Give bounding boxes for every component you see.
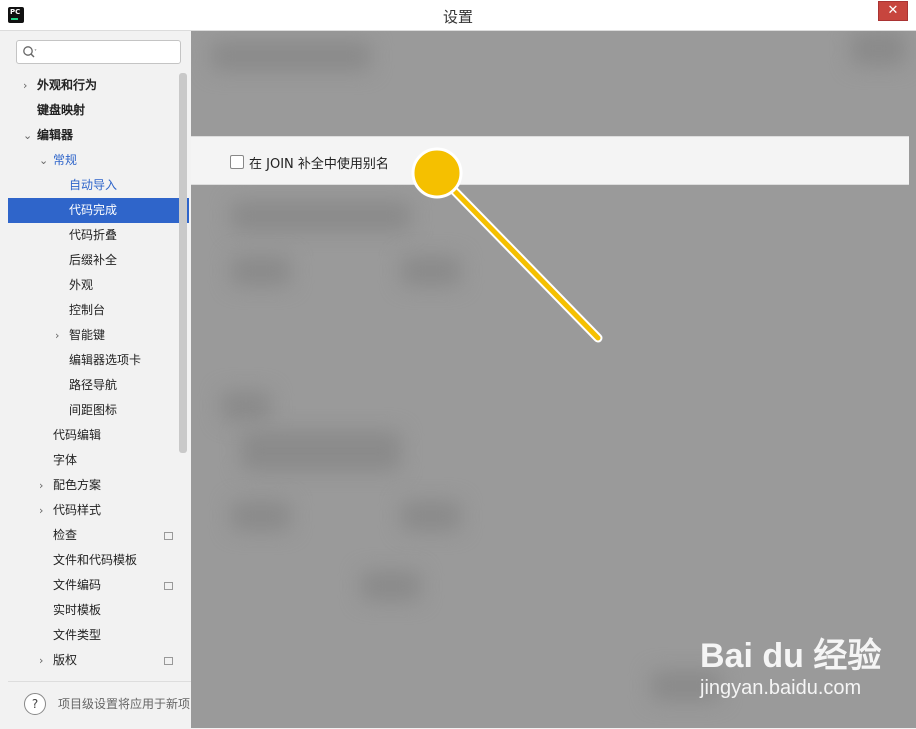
sidebar-item-label: 代码折叠 bbox=[69, 228, 118, 242]
join-alias-label: 在 JOIN 补全中使用别名 bbox=[249, 157, 389, 172]
settings-search-input[interactable] bbox=[16, 40, 181, 64]
chevron-down-icon[interactable]: ⌄ bbox=[23, 123, 32, 148]
sidebar-item-label: 配色方案 bbox=[53, 478, 102, 492]
sidebar-item-label: 路径导航 bbox=[69, 378, 118, 392]
sidebar-item[interactable]: › 配色方案 bbox=[8, 473, 189, 498]
watermark: Bai du 经验 jingyan.baidu.com bbox=[700, 628, 881, 700]
settings-sidebar: › 外观和行为键盘映射 ⌄ 编辑器 ⌄ 常规自动导入代码完成代码折叠后缀补全外观控制台 › 智… bbox=[8, 31, 189, 681]
watermark-brand: Bai du 经验 bbox=[700, 637, 882, 675]
sidebar-item[interactable]: ⌄ 常规 bbox=[8, 148, 189, 173]
sidebar-item[interactable]: 路径导航 bbox=[8, 373, 189, 398]
sidebar-item[interactable]: 外观 bbox=[8, 273, 189, 298]
sidebar-item-label: 自动导入 bbox=[69, 178, 118, 192]
sidebar-item[interactable]: › 版权 bbox=[8, 648, 189, 673]
sidebar-item-label: 常规 bbox=[53, 153, 78, 167]
sidebar-item[interactable]: › 外观和行为 bbox=[8, 73, 189, 98]
sidebar-item-label: 编辑器 bbox=[37, 128, 74, 142]
sidebar-item[interactable]: 实时模板 bbox=[8, 598, 189, 623]
sidebar-item[interactable]: 代码折叠 bbox=[8, 223, 189, 248]
sidebar-item[interactable]: 字体 bbox=[8, 448, 189, 473]
sidebar-item[interactable]: 文件和代码模板 bbox=[8, 548, 189, 573]
sidebar-item-label: 控制台 bbox=[69, 303, 106, 317]
chevron-right-icon[interactable]: › bbox=[39, 498, 43, 523]
sidebar-item[interactable]: 代码完成 bbox=[8, 198, 189, 223]
sidebar-item[interactable]: 编辑器选项卡 bbox=[8, 348, 189, 373]
sidebar-item[interactable]: 控制台 bbox=[8, 298, 189, 323]
sidebar-item[interactable]: 文件类型 bbox=[8, 623, 189, 648]
watermark-url: jingyan.baidu.com bbox=[700, 677, 862, 699]
settings-tree: › 外观和行为键盘映射 ⌄ 编辑器 ⌄ 常规自动导入代码完成代码折叠后缀补全外观控制台 › 智… bbox=[8, 73, 189, 673]
sidebar-item-label: 间距图标 bbox=[69, 403, 118, 417]
sidebar-item-label: 检查 bbox=[53, 528, 78, 542]
title-bar: PC 设置 ✕ bbox=[0, 0, 916, 31]
chevron-right-icon[interactable]: › bbox=[23, 73, 27, 98]
chevron-down-icon[interactable]: ⌄ bbox=[39, 148, 48, 173]
sidebar-item[interactable]: 代码编辑 bbox=[8, 423, 189, 448]
help-text: 项目级设置将应用于新项 bbox=[58, 697, 191, 711]
sidebar-item-label: 编辑器选项卡 bbox=[69, 353, 142, 367]
sidebar-item-label: 智能键 bbox=[69, 328, 106, 342]
chevron-right-icon[interactable]: › bbox=[39, 473, 43, 498]
help-icon[interactable]: ? bbox=[24, 693, 46, 715]
sidebar-item-label: 后缀补全 bbox=[69, 253, 118, 267]
sidebar-item-label: 文件类型 bbox=[53, 628, 102, 642]
close-button[interactable]: ✕ bbox=[878, 1, 908, 21]
sidebar-item-label: 代码样式 bbox=[53, 503, 102, 517]
sidebar-item[interactable]: ⌄ 编辑器 bbox=[8, 123, 189, 148]
sidebar-item-label: 文件编码 bbox=[53, 578, 102, 592]
sidebar-item-label: 代码完成 bbox=[69, 203, 118, 217]
sidebar-item-label: 版权 bbox=[53, 653, 78, 667]
sidebar-item[interactable]: › 智能键 bbox=[8, 323, 189, 348]
search-icon bbox=[23, 46, 37, 58]
chevron-right-icon[interactable]: › bbox=[55, 323, 59, 348]
sidebar-item-label: 外观 bbox=[69, 278, 94, 292]
chevron-right-icon[interactable]: › bbox=[39, 648, 43, 673]
option-row: 在 JOIN 补全中使用别名 bbox=[191, 136, 909, 185]
sidebar-item[interactable]: › 代码样式 bbox=[8, 498, 189, 523]
help-area: ? 项目级设置将应用于新项 bbox=[8, 681, 191, 729]
project-scope-icon bbox=[164, 532, 173, 540]
sidebar-item-label: 外观和行为 bbox=[37, 78, 98, 92]
sidebar-item[interactable]: 间距图标 bbox=[8, 398, 189, 423]
sidebar-item[interactable]: 文件编码 bbox=[8, 573, 189, 598]
project-scope-icon bbox=[164, 657, 173, 665]
sidebar-item-label: 键盘映射 bbox=[37, 103, 86, 117]
sidebar-item-label: 字体 bbox=[53, 453, 78, 467]
sidebar-scrollbar[interactable] bbox=[179, 73, 187, 453]
sidebar-item[interactable]: 键盘映射 bbox=[8, 98, 189, 123]
join-alias-checkbox[interactable] bbox=[230, 155, 244, 169]
sidebar-item-label: 文件和代码模板 bbox=[53, 553, 138, 567]
sidebar-item[interactable]: 自动导入 bbox=[8, 173, 189, 198]
sidebar-item-label: 代码编辑 bbox=[53, 428, 102, 442]
sidebar-item[interactable]: 后缀补全 bbox=[8, 248, 189, 273]
window-title: 设置 bbox=[442, 8, 473, 26]
sidebar-item[interactable]: 检查 bbox=[8, 523, 189, 548]
sidebar-item-label: 实时模板 bbox=[53, 603, 102, 617]
project-scope-icon bbox=[164, 582, 173, 590]
